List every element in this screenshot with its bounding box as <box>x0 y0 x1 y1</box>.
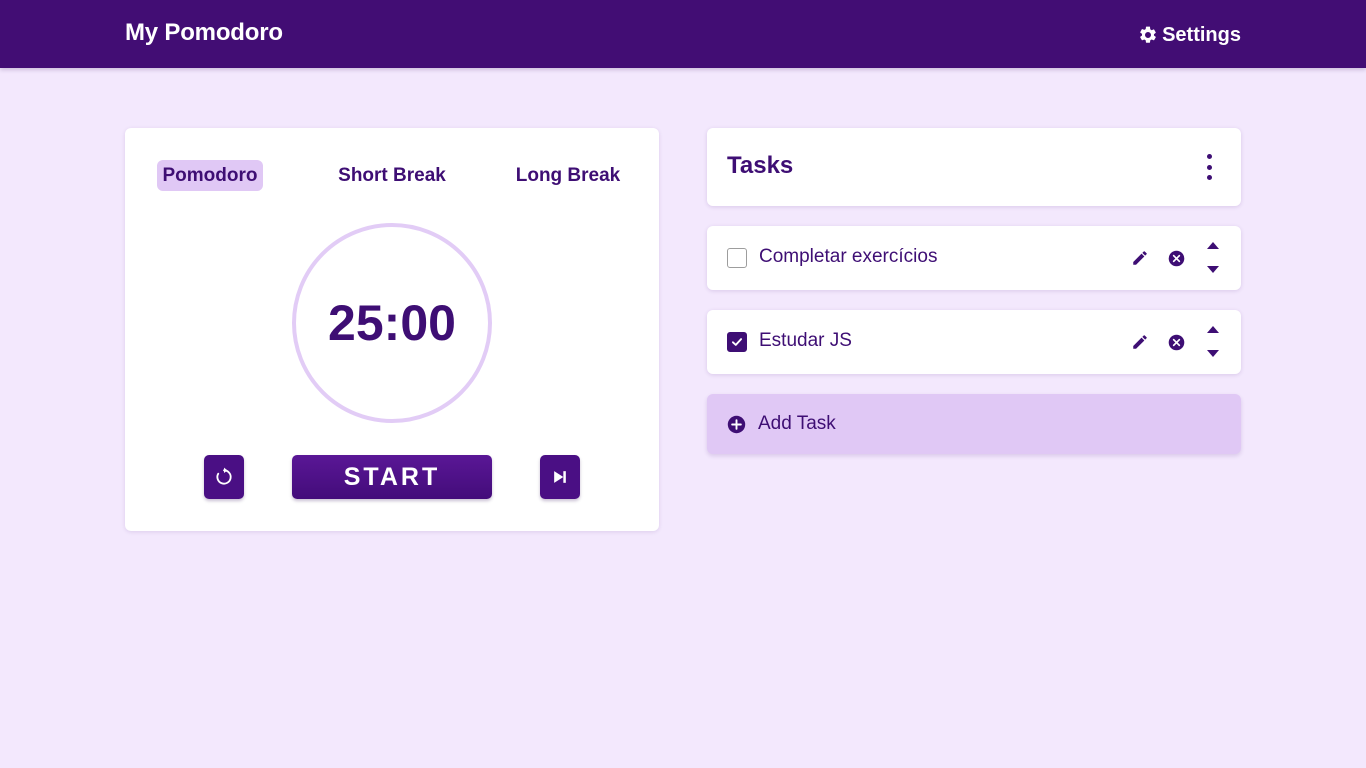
task-checkbox[interactable] <box>727 248 747 268</box>
task-label: Estudar JS <box>759 330 852 351</box>
plus-circle-icon <box>727 415 746 434</box>
move-down-icon[interactable] <box>1206 348 1220 358</box>
kebab-menu-icon[interactable] <box>1199 154 1219 180</box>
move-up-icon[interactable] <box>1206 241 1220 251</box>
timer-display: 25:00 <box>328 295 456 351</box>
tasks-header: Tasks <box>707 128 1241 206</box>
start-button[interactable]: START <box>292 455 492 499</box>
settings-label: Settings <box>1162 23 1241 46</box>
skip-icon <box>550 467 570 487</box>
tab-short-break[interactable]: Short Break <box>333 160 451 191</box>
check-icon <box>731 338 743 346</box>
add-task-button[interactable]: Add Task <box>707 394 1241 454</box>
timer-card: Pomodoro Short Break Long Break 25:00 ST… <box>125 128 659 531</box>
gear-icon <box>1138 25 1158 45</box>
reset-icon <box>214 467 234 487</box>
delete-circle-icon[interactable] <box>1168 250 1185 267</box>
timer-ring: 25:00 <box>292 223 492 423</box>
tasks-title: Tasks <box>727 152 794 179</box>
app-title: My Pomodoro <box>125 19 283 46</box>
tab-pomodoro[interactable]: Pomodoro <box>157 160 263 191</box>
task-item: Completar exercícios <box>707 226 1241 290</box>
move-down-icon[interactable] <box>1206 264 1220 274</box>
move-up-icon[interactable] <box>1206 325 1220 335</box>
skip-button[interactable] <box>540 455 580 499</box>
add-task-label: Add Task <box>758 413 836 434</box>
top-navbar: My Pomodoro Settings <box>0 0 1366 68</box>
task-item: Estudar JS <box>707 310 1241 374</box>
pencil-icon[interactable] <box>1131 333 1149 351</box>
task-checkbox[interactable] <box>727 332 747 352</box>
delete-circle-icon[interactable] <box>1168 334 1185 351</box>
task-label: Completar exercícios <box>759 246 938 267</box>
reset-button[interactable] <box>204 455 244 499</box>
tab-long-break[interactable]: Long Break <box>515 160 621 191</box>
pencil-icon[interactable] <box>1131 249 1149 267</box>
settings-button[interactable]: Settings <box>1138 21 1241 49</box>
